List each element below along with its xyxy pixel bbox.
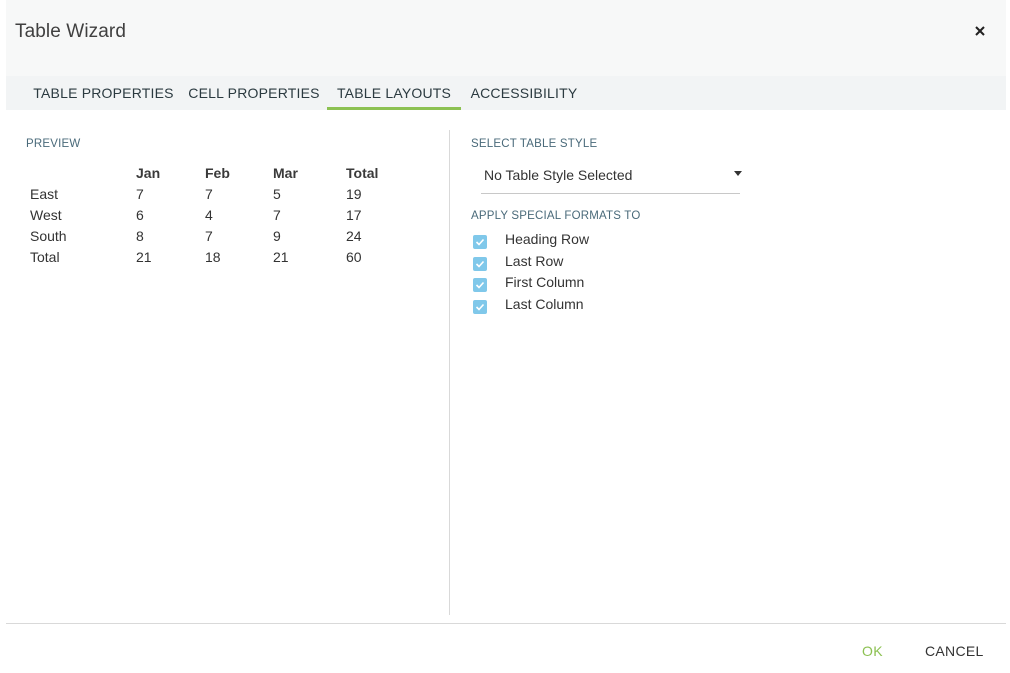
checkbox-label: Last Row xyxy=(505,253,564,269)
preview-cell: 5 xyxy=(273,185,281,202)
checkbox-checked-icon[interactable] xyxy=(473,278,487,292)
select-style-label: SELECT TABLE STYLE xyxy=(471,138,598,150)
preview-row: South 8 7 9 24 xyxy=(26,225,396,246)
preview-cell: South xyxy=(30,227,67,244)
preview-cell: 21 xyxy=(273,248,289,265)
tab-bar: TABLE PROPERTIES CELL PROPERTIES TABLE L… xyxy=(6,76,1006,110)
preview-table: Jan Feb Mar Total East 7 7 5 19 West 6 4 xyxy=(26,162,396,267)
dialog-title: Table Wizard xyxy=(15,21,127,42)
tab-content: PREVIEW Jan Feb Mar Total East 7 7 5 19 xyxy=(6,110,1006,623)
column-divider xyxy=(449,130,450,615)
preview-cell: 19 xyxy=(346,185,362,202)
checkbox-label: First Column xyxy=(505,274,585,290)
preview-cell: East xyxy=(30,185,59,202)
checkbox-checked-icon[interactable] xyxy=(473,257,487,271)
preview-cell: 24 xyxy=(346,227,362,244)
table-wizard-dialog: Table Wizard TABLE PROPERTIES CELL PROPE… xyxy=(0,0,1010,673)
preview-row: West 6 4 7 17 xyxy=(26,204,396,225)
preview-row: Total 21 18 21 60 xyxy=(26,246,396,267)
preview-cell: 9 xyxy=(273,227,281,244)
special-formats-label: APPLY SPECIAL FORMATS TO xyxy=(471,210,641,222)
checkbox-label: Last Column xyxy=(505,296,584,312)
footer-divider xyxy=(6,623,1006,624)
table-style-dropdown[interactable]: No Table Style Selected xyxy=(481,162,742,194)
preview-header-cell: Mar xyxy=(273,164,298,181)
tab-accessibility[interactable]: ACCESSIBILITY xyxy=(461,76,587,110)
preview-cell: 4 xyxy=(205,206,213,223)
preview-cell: 17 xyxy=(346,206,362,223)
close-button[interactable] xyxy=(970,21,990,41)
preview-cell: West xyxy=(30,206,62,223)
preview-cell: 7 xyxy=(273,206,281,223)
preview-header-cell: Total xyxy=(346,164,379,181)
cancel-button[interactable]: CANCEL xyxy=(925,643,984,659)
tab-cell-properties[interactable]: CELL PROPERTIES xyxy=(181,76,327,110)
preview-header-cell: Jan xyxy=(136,164,161,181)
table-style-value: No Table Style Selected xyxy=(484,167,633,183)
tab-table-layouts[interactable]: TABLE LAYOUTS xyxy=(327,76,461,110)
preview-cell: Total xyxy=(30,248,60,265)
checkbox-label: Heading Row xyxy=(505,231,590,247)
preview-cell: 18 xyxy=(205,248,221,265)
preview-cell: 60 xyxy=(346,248,362,265)
preview-row: East 7 7 5 19 xyxy=(26,183,396,204)
checkbox-checked-icon[interactable] xyxy=(473,300,487,314)
preview-cell: 7 xyxy=(205,227,213,244)
title-bar: Table Wizard xyxy=(6,0,1006,76)
preview-header-row: Jan Feb Mar Total xyxy=(26,162,396,183)
preview-cell: 6 xyxy=(136,206,144,223)
preview-cell: 8 xyxy=(136,227,144,244)
preview-cell: 7 xyxy=(205,185,213,202)
ok-button[interactable]: OK xyxy=(862,643,883,659)
preview-header-cell: Feb xyxy=(205,164,230,181)
preview-cell: 7 xyxy=(136,185,144,202)
close-icon xyxy=(970,26,990,45)
checkbox-checked-icon[interactable] xyxy=(473,235,487,249)
tab-table-properties[interactable]: TABLE PROPERTIES xyxy=(26,76,181,110)
preview-label: PREVIEW xyxy=(26,138,81,150)
preview-cell: 21 xyxy=(136,248,152,265)
preview-header-cell xyxy=(26,162,136,183)
